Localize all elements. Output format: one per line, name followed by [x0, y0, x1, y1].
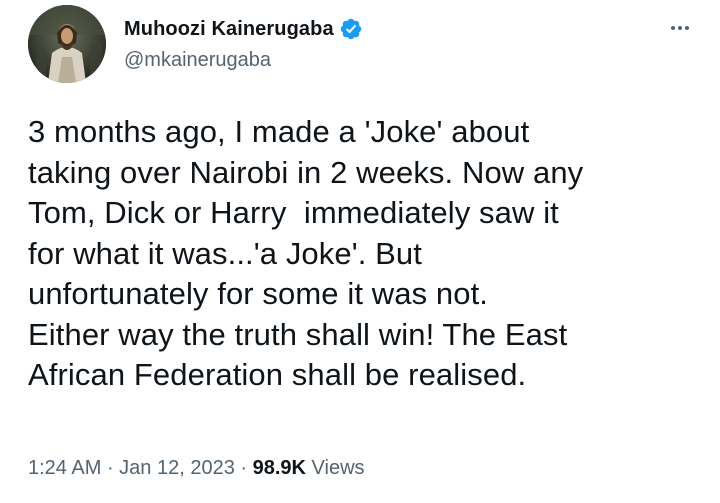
tweet-card: Muhoozi Kainerugaba @mkainerugaba 3 mont… [0, 0, 720, 503]
views-label: Views [311, 457, 365, 479]
more-horizontal-icon [670, 26, 691, 30]
avatar-image [28, 5, 106, 83]
author-handle[interactable]: @mkainerugaba [124, 49, 271, 72]
author-display-name[interactable]: Muhoozi Kainerugaba [124, 18, 334, 41]
meta-separator: · [101, 457, 120, 479]
tweet-time[interactable]: 1:24 AM [28, 457, 101, 480]
more-options-button[interactable] [660, 16, 700, 40]
tweet-meta: 1:24 AM · Jan 12, 2023 · 98.9K Views [28, 457, 365, 480]
meta-separator-2: · [234, 457, 253, 479]
tweet-text: 3 months ago, I made a 'Joke' about taki… [28, 114, 584, 392]
views-count: 98.9K [252, 457, 306, 479]
author-name-row: Muhoozi Kainerugaba [124, 16, 363, 42]
avatar[interactable] [28, 5, 106, 83]
verified-badge-icon[interactable] [339, 17, 363, 41]
tweet-date[interactable]: Jan 12, 2023 [119, 457, 235, 480]
